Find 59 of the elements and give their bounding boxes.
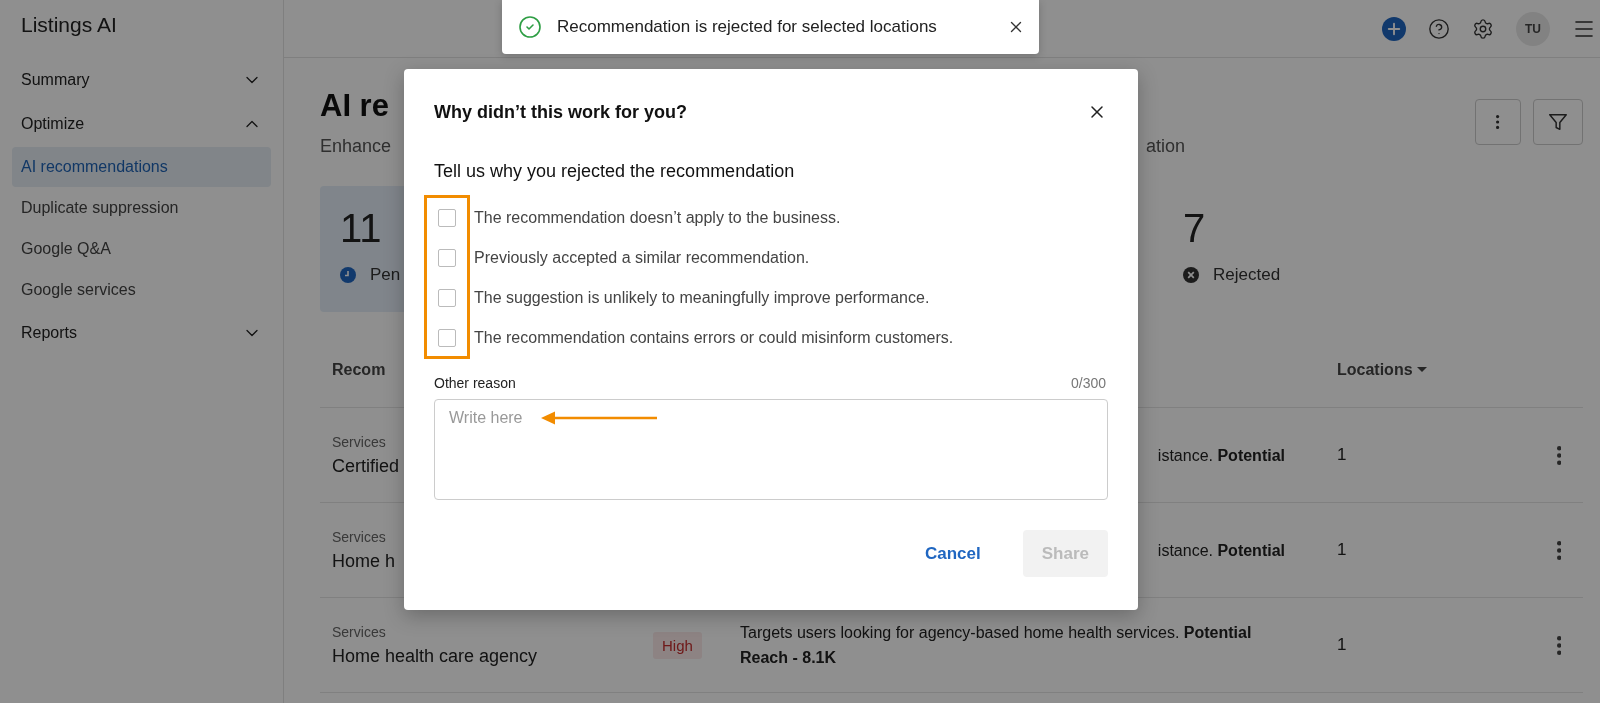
app-title: Listings AI [20,12,118,38]
user-avatar[interactable]: TU [1516,11,1550,46]
x-circle-icon [1183,267,1199,283]
recommendation-name: Home h [332,550,397,572]
cancel-button[interactable]: Cancel [905,530,1001,577]
checkbox[interactable] [438,249,456,267]
checkbox-label: The recommendation doesn’t apply to the business. [474,209,841,227]
checkbox[interactable] [438,329,456,347]
kebab-icon [1496,115,1500,129]
stat-label: Rejected [1213,264,1281,286]
page-subtitle: Enhance [320,135,392,158]
sidebar-item[interactable]: Google services [12,270,271,310]
page-title: AI re [320,87,389,125]
checkbox-label: The suggestion is unlikely to meaningfully improve performance. [474,289,930,307]
column-header[interactable]: Locations [1325,360,1547,379]
column-header: Recom [332,360,387,379]
priority-badge: High [653,631,702,659]
category-label: Services [332,433,387,450]
caret-icon [1416,366,1427,373]
sidebar-item[interactable]: AI recommendations [12,147,271,187]
sidebar-item[interactable]: Duplicate suppression [12,188,271,228]
category-label: Services [332,623,387,640]
sidebar-section[interactable]: Optimize [12,102,271,146]
dialog-prompt: Tell us why you rejected the recommendation [434,160,796,183]
kebab-icon [1556,540,1562,560]
locations-count: 1 [1336,445,1348,465]
filter-button[interactable] [1533,99,1583,145]
category-label: Services [332,528,387,545]
recommendation-name: Certified [332,455,401,477]
toast-message: Recommendation is rejected for selected locations [557,17,938,37]
locations-count: 1 [1336,540,1348,560]
sidebar-item[interactable]: Google Q&A [12,229,271,269]
field-label: Other reason [434,375,516,391]
reason-field[interactable]: Write here [434,399,1108,500]
sidebar-section[interactable]: Summary [12,58,271,102]
help-icon[interactable] [1428,17,1450,40]
checkbox-label: Previously accepted a similar recommendation. [474,249,810,267]
page-subtitle: ation [1146,135,1186,158]
checkbox[interactable] [438,289,456,307]
check-circle-icon [518,15,542,39]
description-text: Targets users looking for agency-based home health services. Potential Reach - 8.1K [740,623,1253,668]
kebab-icon [1556,445,1562,465]
character-counter: 0/300 [1070,375,1106,391]
description-text: istance. Potential [1157,540,1285,561]
checkbox-label: The recommendation contains errors or could misinform customers. [474,329,954,347]
settings-icon[interactable] [1472,17,1494,40]
checkbox[interactable] [438,209,456,227]
kebab-icon [1556,635,1562,655]
clock-icon [340,267,356,283]
dialog-title: Why didn’t this work for you? [434,101,687,123]
stat-label: Pen [370,264,401,286]
sidebar-section[interactable]: Reports [12,311,271,355]
recommendation-name: Home health care agency [332,645,539,667]
filter-icon [1547,111,1569,133]
locations-count: 1 [1336,635,1348,655]
description-text: istance. Potential [1157,445,1285,466]
stat-value: 7 [1183,205,1206,252]
add-button[interactable] [1382,16,1406,41]
stat-value: 11 [340,205,382,252]
